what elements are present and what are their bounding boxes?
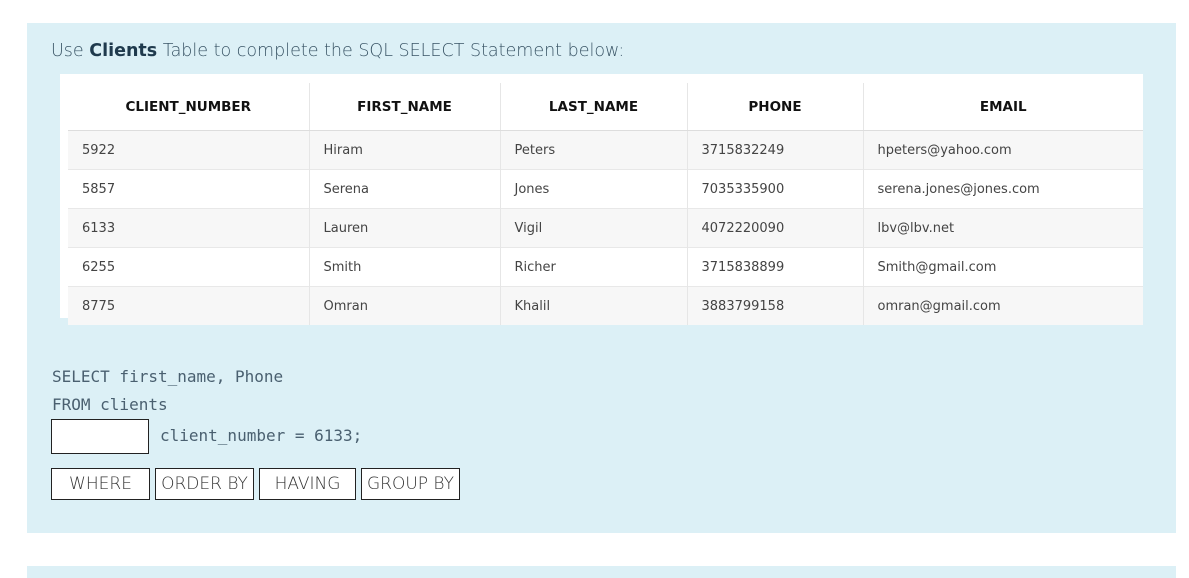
table-cell: 6255 [68,248,309,287]
table-cell: Vigil [500,209,687,248]
question-prompt: Use Clients Table to complete the SQL SE… [51,41,624,61]
option-group-by[interactable]: GROUP BY [361,468,460,500]
next-question-panel [27,566,1176,578]
option-having[interactable]: HAVING [259,468,356,500]
table-cell: 5922 [68,131,309,170]
table-name: Clients [89,41,157,61]
table-row: 6255 Smith Richer 3715838899 Smith@gmail… [68,248,1143,287]
answer-drop-slot[interactable] [51,419,149,454]
table-cell: Omran [309,287,500,326]
table-cell: serena.jones@jones.com [863,170,1143,209]
table-cell: hpeters@yahoo.com [863,131,1143,170]
question-panel: Use Clients Table to complete the SQL SE… [27,23,1176,533]
table-cell: 8775 [68,287,309,326]
table-cell: 3715838899 [687,248,863,287]
answer-options: WHERE ORDER BY HAVING GROUP BY [51,468,460,500]
column-header: CLIENT_NUMBER [68,83,309,131]
table-row: 6133 Lauren Vigil 4072220090 lbv@lbv.net [68,209,1143,248]
table-cell: 6133 [68,209,309,248]
column-header: PHONE [687,83,863,131]
table-row: 5857 Serena Jones 7035335900 serena.jone… [68,170,1143,209]
sql-line-select: SELECT first_name, Phone [52,367,283,386]
table-cell: 3883799158 [687,287,863,326]
table-cell: Lauren [309,209,500,248]
clients-table-container: CLIENT_NUMBER FIRST_NAME LAST_NAME PHONE… [60,74,1143,318]
option-where[interactable]: WHERE [51,468,150,500]
table-cell: 4072220090 [687,209,863,248]
table-cell: Khalil [500,287,687,326]
table-cell: Jones [500,170,687,209]
table-cell: Peters [500,131,687,170]
table-cell: 3715832249 [687,131,863,170]
column-header: LAST_NAME [500,83,687,131]
table-cell: lbv@lbv.net [863,209,1143,248]
table-cell: Richer [500,248,687,287]
table-cell: Smith [309,248,500,287]
sql-line-condition: client_number = 6133; [160,426,362,445]
table-cell: Serena [309,170,500,209]
table-header-row: CLIENT_NUMBER FIRST_NAME LAST_NAME PHONE… [68,83,1143,131]
table-cell: omran@gmail.com [863,287,1143,326]
table-cell: Hiram [309,131,500,170]
option-order-by[interactable]: ORDER BY [155,468,254,500]
table-row: 5922 Hiram Peters 3715832249 hpeters@yah… [68,131,1143,170]
table-cell: 5857 [68,170,309,209]
column-header: EMAIL [863,83,1143,131]
table-cell: 7035335900 [687,170,863,209]
clients-table: CLIENT_NUMBER FIRST_NAME LAST_NAME PHONE… [68,83,1143,325]
column-header: FIRST_NAME [309,83,500,131]
sql-line-from: FROM clients [52,395,168,414]
table-row: 8775 Omran Khalil 3883799158 omran@gmail… [68,287,1143,326]
table-cell: Smith@gmail.com [863,248,1143,287]
